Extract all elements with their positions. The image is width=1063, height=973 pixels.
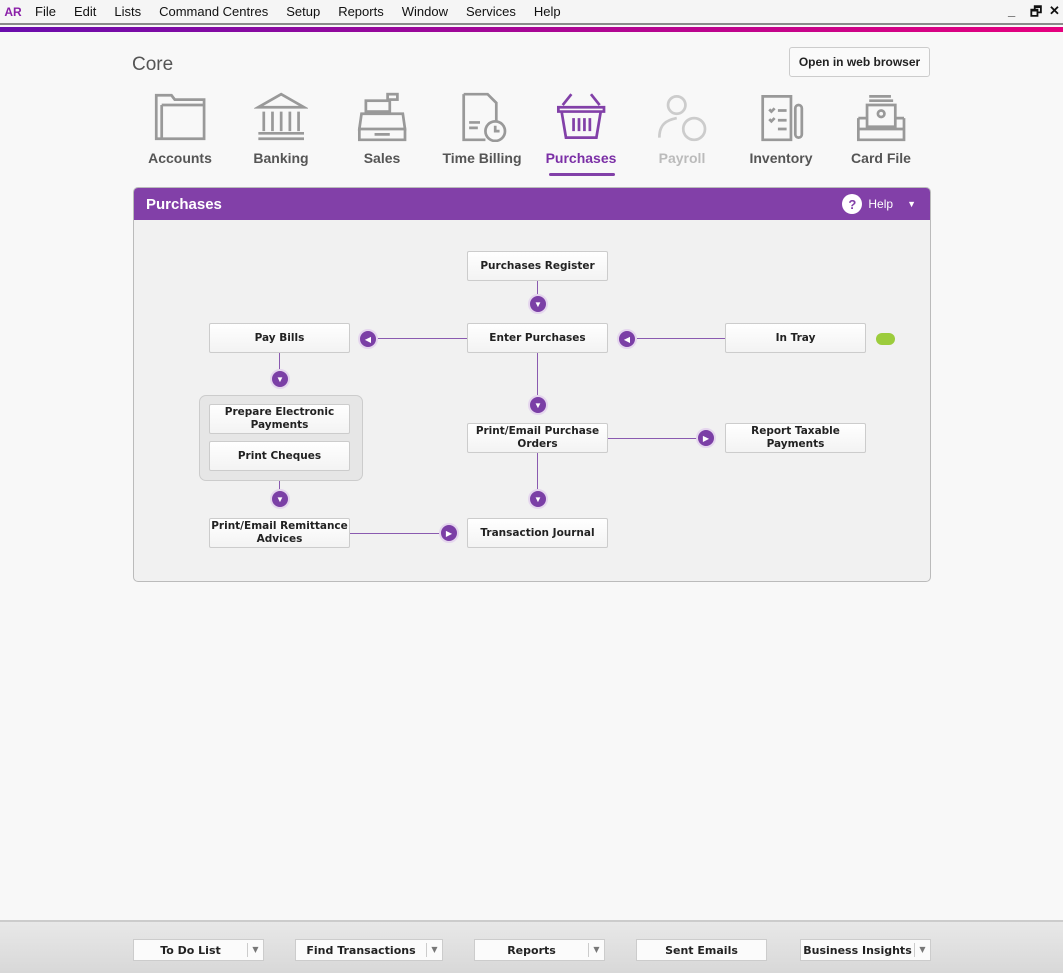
arrow-down-icon: ▼ — [528, 294, 548, 314]
nav-time-billing[interactable]: Time Billing — [432, 92, 532, 166]
menu-lists[interactable]: Lists — [105, 4, 150, 19]
card-tray-icon — [856, 94, 906, 142]
basket-icon — [556, 93, 606, 140]
company-name: Core — [132, 54, 174, 75]
flow-line — [537, 281, 538, 295]
business-insights-button[interactable]: Business Insights ▼ — [800, 939, 931, 961]
menu-services[interactable]: Services — [457, 4, 525, 19]
nav-purchases[interactable]: Purchases — [531, 92, 631, 166]
panel-title: Purchases — [146, 196, 222, 213]
arrow-down-icon: ▼ — [270, 369, 290, 389]
open-in-web-browser-button[interactable]: Open in web browser — [789, 47, 930, 77]
app-logo: AR — [4, 4, 22, 19]
print-email-purchase-orders-button[interactable]: Print/Email Purchase Orders — [467, 423, 608, 453]
help-icon: ? — [842, 194, 863, 214]
nav-accounts[interactable]: Accounts — [130, 92, 230, 166]
purchases-register-button[interactable]: Purchases Register — [467, 251, 608, 281]
arrow-right-icon: ▶ — [696, 428, 716, 448]
find-transactions-button[interactable]: Find Transactions ▼ — [295, 939, 443, 961]
sent-emails-button[interactable]: Sent Emails — [636, 939, 767, 961]
flow-line — [537, 353, 538, 397]
cloud-icon — [876, 333, 895, 345]
arrow-down-icon: ▼ — [528, 395, 548, 415]
menu-command-centres[interactable]: Command Centres — [150, 4, 277, 19]
reports-button[interactable]: Reports ▼ — [474, 939, 605, 961]
arrow-down-icon: ▼ — [528, 489, 548, 509]
purchases-command-centre-panel: Purchases ? Help ▼ Purchases Register Pa… — [133, 187, 931, 582]
bottom-toolbar: To Do List ▼ Find Transactions ▼ Reports ▼ … — [0, 920, 1063, 973]
nav-card-file[interactable]: Card File — [831, 92, 931, 166]
flow-line — [608, 438, 698, 439]
menu-setup[interactable]: Setup — [277, 4, 329, 19]
nav-banking[interactable]: Banking — [231, 92, 331, 166]
arrow-left-icon: ◀ — [617, 329, 637, 349]
minimize-button[interactable]: _ — [1008, 3, 1015, 18]
arrow-right-icon: ▶ — [439, 523, 459, 543]
person-dollar-icon — [657, 94, 707, 142]
nav-inventory[interactable]: Inventory — [731, 92, 831, 166]
bank-icon — [253, 92, 309, 141]
help-button[interactable]: ? Help ▼ — [842, 194, 916, 214]
active-tab-indicator — [549, 173, 615, 176]
chevron-down-icon[interactable]: ▼ — [426, 943, 442, 957]
menu-edit[interactable]: Edit — [65, 4, 105, 19]
print-email-remittance-advices-button[interactable]: Print/Email Remittance Advices — [209, 518, 350, 548]
checklist-icon — [761, 94, 804, 142]
to-do-list-button[interactable]: To Do List ▼ — [133, 939, 264, 961]
menu-file[interactable]: File — [26, 4, 65, 19]
report-taxable-payments-button[interactable]: Report Taxable Payments — [725, 423, 866, 453]
chevron-down-icon[interactable]: ▼ — [247, 943, 263, 957]
arrow-left-icon: ◀ — [358, 329, 378, 349]
chevron-down-icon[interactable]: ▼ — [907, 199, 916, 209]
cash-register-icon — [357, 92, 407, 142]
folder-icon — [154, 93, 206, 141]
transaction-journal-button[interactable]: Transaction Journal — [467, 518, 608, 548]
flow-line — [537, 453, 538, 491]
invoice-clock-icon — [462, 92, 507, 142]
nav-sales[interactable]: Sales — [332, 92, 432, 166]
chevron-down-icon[interactable]: ▼ — [588, 943, 604, 957]
in-tray-button[interactable]: In Tray — [725, 323, 866, 353]
enter-purchases-button[interactable]: Enter Purchases — [467, 323, 608, 353]
arrow-down-icon: ▼ — [270, 489, 290, 509]
menu-help[interactable]: Help — [525, 4, 570, 19]
help-label: Help — [868, 197, 894, 211]
flow-line — [376, 338, 468, 339]
menu-window[interactable]: Window — [393, 4, 457, 19]
flow-line — [636, 338, 726, 339]
menu-reports[interactable]: Reports — [329, 4, 393, 19]
chevron-down-icon[interactable]: ▼ — [914, 943, 930, 957]
flow-line — [350, 533, 442, 534]
prepare-electronic-payments-button[interactable]: Prepare Electronic Payments — [209, 404, 350, 434]
print-cheques-button[interactable]: Print Cheques — [209, 441, 350, 471]
panel-header: Purchases ? Help ▼ — [134, 188, 930, 220]
pay-bills-button[interactable]: Pay Bills — [209, 323, 350, 353]
close-button[interactable]: ✕ — [1049, 3, 1060, 19]
nav-payroll: Payroll — [632, 92, 732, 166]
restore-button[interactable]: 🗗 — [1030, 3, 1042, 25]
menu-bar: AR File Edit Lists Command Centres Setup… — [0, 0, 1063, 25]
brand-gradient-bar — [0, 27, 1063, 32]
